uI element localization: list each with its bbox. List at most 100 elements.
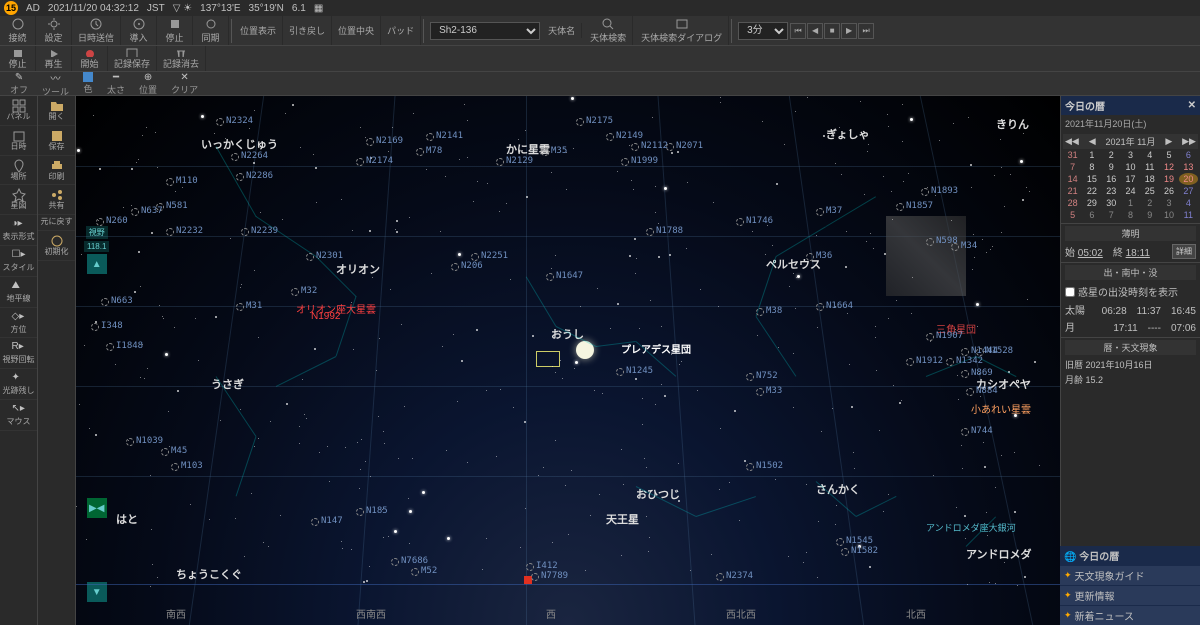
nav-first[interactable]: ⏮	[790, 23, 806, 39]
dso-label: N1502	[756, 461, 783, 471]
dso-label: N147	[321, 516, 343, 526]
rec-save-button[interactable]: 記録保存	[108, 46, 157, 71]
phenom-title: 暦・天文現象	[1065, 340, 1196, 355]
nav-last[interactable]: ⏭	[858, 23, 874, 39]
print-button[interactable]: 印刷	[38, 156, 75, 186]
open-button[interactable]: 開く	[38, 96, 75, 126]
pad-button[interactable]: パッド	[381, 16, 421, 45]
dso-label: M103	[181, 461, 203, 471]
fov-down-button[interactable]: ▼	[87, 582, 107, 602]
rise-title: 出・南中・没	[1065, 265, 1196, 280]
dso-label: N663	[111, 296, 133, 306]
dso-label: N7789	[541, 571, 568, 581]
trail-button[interactable]: ✦光跡残し	[0, 369, 37, 400]
con-taurus: おうし	[551, 326, 584, 342]
timesend-button[interactable]: 日時送信	[72, 16, 121, 45]
stop-button[interactable]: 停止	[157, 16, 193, 45]
link-guide[interactable]: 天文現象ガイド	[1060, 565, 1200, 585]
rec-start-button[interactable]: 開始	[72, 46, 108, 71]
draw-width-button[interactable]: ━太さ	[101, 70, 131, 98]
posdisp-button[interactable]: 位置表示	[234, 16, 283, 45]
draw-clear-button[interactable]: ✕クリア	[165, 70, 204, 98]
planet-checkbox[interactable]: 惑星の出没時刻を表示	[1065, 282, 1196, 301]
left-sidebar-2: 開く 保存 印刷 共有 元に戻す 初期化	[38, 96, 76, 625]
dso-label: N1746	[746, 216, 773, 226]
dso-label: N1647	[556, 271, 583, 281]
cal-next[interactable]: ▶	[1165, 136, 1172, 147]
dso-label: N2286	[246, 171, 273, 181]
settings-button[interactable]: 設定	[36, 16, 72, 45]
direction-button[interactable]: ◇▸方位	[0, 308, 37, 339]
time-step-select[interactable]: 3分	[738, 22, 788, 40]
rec-stop-button[interactable]: 停止	[0, 46, 36, 71]
rec-delete-button[interactable]: 記録消去	[157, 46, 206, 71]
record-icon	[83, 47, 97, 57]
style-button[interactable]: ☐▸スタイル	[0, 246, 37, 277]
sync-button[interactable]: 同期	[193, 16, 229, 45]
guide-button[interactable]: 導入	[121, 16, 157, 45]
dso-label: N2071	[676, 141, 703, 151]
fov-mid-button[interactable]: ▶◀	[87, 498, 107, 518]
draw-color-button[interactable]: 色	[77, 70, 99, 97]
place-button[interactable]: 場所	[0, 156, 37, 186]
dso-label: M110	[176, 176, 198, 186]
draw-off-button[interactable]: ✎オフ	[4, 70, 34, 98]
nav-prev[interactable]: ◀	[807, 23, 823, 39]
con-orion: オリオン	[336, 261, 380, 277]
cal-prev2[interactable]: ◀◀	[1065, 136, 1079, 147]
pullback-button[interactable]: 引き戻し	[283, 16, 332, 45]
con-triangle: さんかく	[816, 481, 860, 497]
con-monoceros: いっかくじゅう	[201, 136, 278, 152]
cal-next2[interactable]: ▶▶	[1182, 136, 1196, 147]
starmap-button[interactable]: 星図	[0, 185, 37, 215]
link-update[interactable]: 更新情報	[1060, 585, 1200, 605]
revert-button[interactable]: 元に戻す	[38, 215, 75, 231]
delete-icon	[174, 47, 188, 57]
almanac-header: 今日の暦✕	[1061, 96, 1200, 115]
dso-label: M37	[826, 206, 842, 216]
cal-prev[interactable]: ◀	[1089, 136, 1096, 147]
folder-icon	[50, 99, 64, 113]
dso-label: N260	[106, 216, 128, 226]
draw-pos-button[interactable]: ⊕位置	[133, 70, 163, 98]
nav-next[interactable]: ▶	[841, 23, 857, 39]
share-button[interactable]: 共有	[38, 185, 75, 215]
dso-label: M36	[816, 251, 832, 261]
init-button[interactable]: 初期化	[38, 231, 75, 261]
pencil-icon: ✎	[15, 72, 23, 83]
save-button[interactable]: 保存	[38, 126, 75, 156]
draw-tool-button[interactable]: 〰ツール	[36, 68, 75, 100]
status-bar: 15 AD 2021/11/20 04:32:12 JST ▽ ☀ 137°13…	[0, 0, 1200, 16]
dso-label: N1664	[826, 301, 853, 311]
close-icon[interactable]: ✕	[1188, 100, 1196, 111]
dso-label: N2324	[226, 116, 253, 126]
mouse-button[interactable]: ↖▸マウス	[0, 400, 37, 431]
play-icon	[47, 47, 61, 57]
dso-label: N1528	[986, 346, 1013, 356]
panel-button[interactable]: パネル	[0, 96, 37, 126]
con-auriga: ぎょしゃ	[826, 126, 869, 142]
horizon-button[interactable]: ⛰地平線	[0, 277, 37, 308]
sky-view[interactable]: 視野 118.1 ▲ ▶◀ ▼ いっかくじゅう オリオン かに星雲 ぎょしゃ き…	[76, 96, 1060, 625]
calendar-grid[interactable]: 3112345678910111213141516171819202122232…	[1063, 149, 1198, 221]
neb-koarei: 小あれい星雲	[971, 401, 1031, 416]
compass-nw: 北西	[906, 606, 926, 621]
format-button[interactable]: ◑▸表示形式	[0, 215, 37, 246]
rotation-button[interactable]: R▸視野回転	[0, 338, 37, 369]
link-news[interactable]: 新着ニュース	[1060, 605, 1200, 625]
center-button[interactable]: 位置中央	[332, 16, 381, 45]
search-dialog-button[interactable]: 天体検索ダイアログ	[635, 16, 729, 45]
dss-image	[886, 216, 966, 296]
compass-wsw: 西南西	[356, 606, 386, 621]
dso-label: N1545	[846, 536, 873, 546]
search-button[interactable]: 天体検索	[584, 16, 633, 45]
longitude: 137°13'E	[200, 3, 240, 14]
dso-label: M78	[426, 146, 442, 156]
connect-button[interactable]: 接続	[0, 16, 36, 45]
fov-up-button[interactable]: ▲	[87, 254, 107, 274]
twilight-detail-button[interactable]: 詳細	[1172, 244, 1196, 259]
datetime-button[interactable]: 日時	[0, 126, 37, 156]
con-chokoku: ちょうこくぐ	[176, 566, 242, 582]
nav-stop[interactable]: ■	[824, 23, 840, 39]
object-dropdown[interactable]: Sh2-136	[430, 22, 540, 40]
